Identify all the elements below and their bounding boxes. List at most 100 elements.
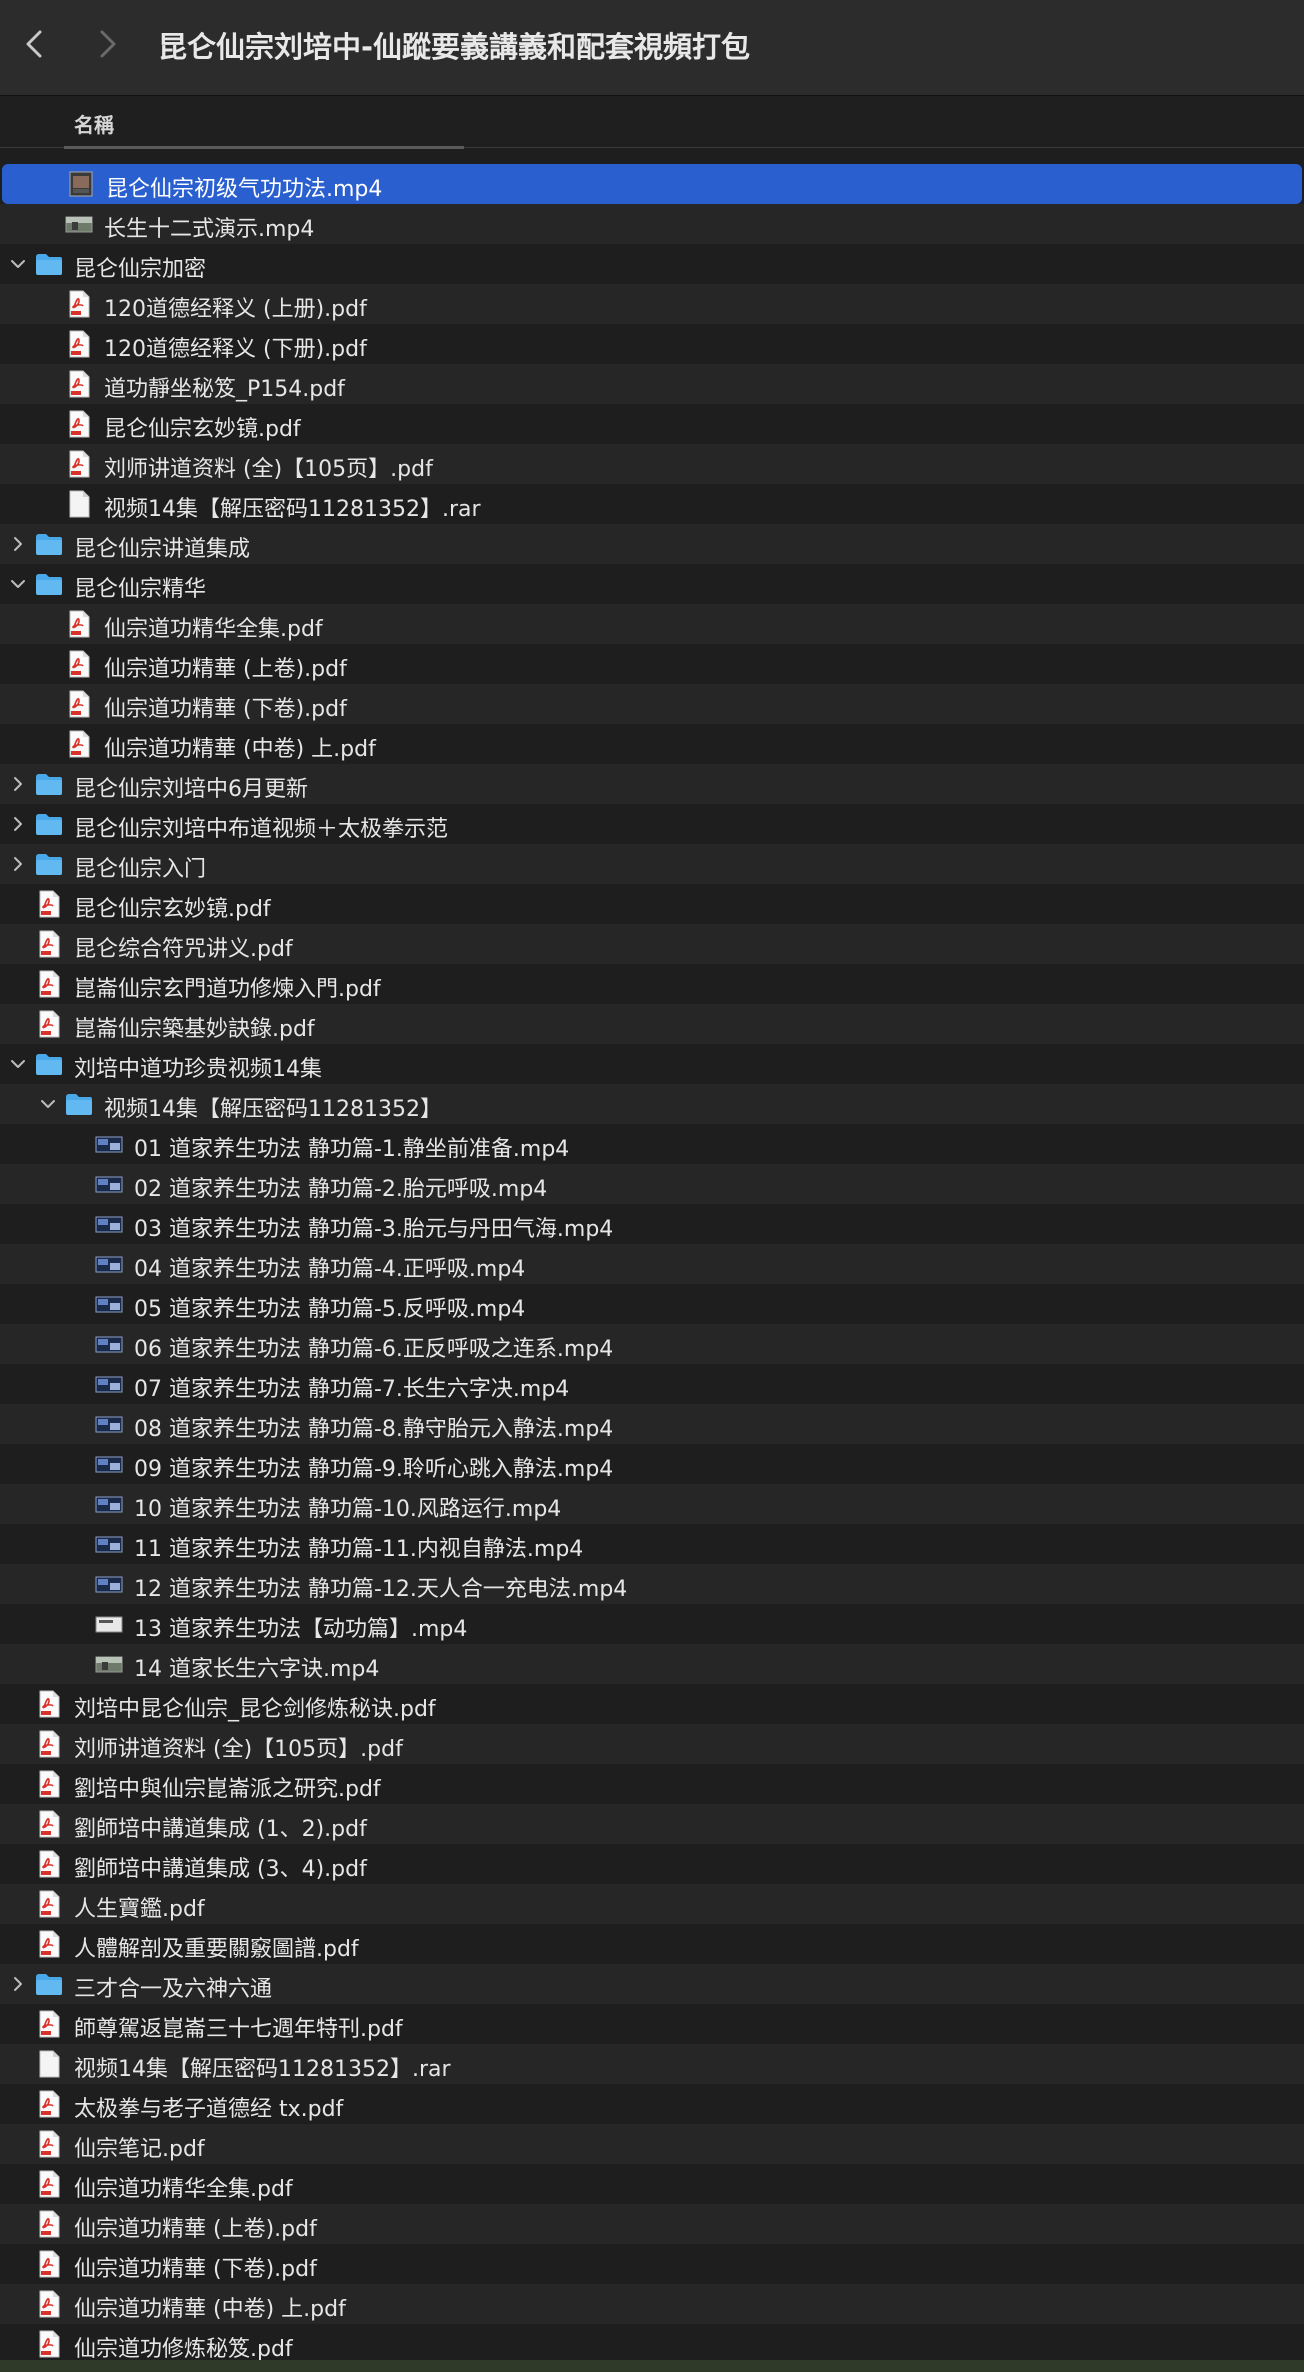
- column-header-name[interactable]: 名稱: [74, 109, 114, 138]
- file-row[interactable]: 昆仑仙宗玄妙镜.pdf: [0, 404, 1304, 444]
- file-name: 道功靜坐秘笈_P154.pdf: [104, 377, 345, 402]
- file-name: 07 道家养生功法 静功篇-7.长生六字决.mp4: [134, 1377, 570, 1402]
- file-row[interactable]: 04 道家养生功法 静功篇-4.正呼吸.mp4: [0, 1244, 1304, 1284]
- file-name: 视频14集【解压密码11281352】: [104, 1097, 442, 1122]
- file-row[interactable]: 仙宗笔记.pdf: [0, 2124, 1304, 2164]
- file-row[interactable]: 人生寶鑑.pdf: [0, 1884, 1304, 1924]
- disclosure-chevron-down-icon[interactable]: [38, 1094, 58, 1114]
- file-row[interactable]: 師尊駕返崑崙三十七週年特刊.pdf: [0, 2004, 1304, 2044]
- video-thumbnail-icon: [94, 1289, 124, 1319]
- file-row[interactable]: 12 道家养生功法 静功篇-12.天人合一充电法.mp4: [0, 1564, 1304, 1604]
- file-name: 昆仑综合符咒讲义.pdf: [74, 937, 293, 962]
- file-row[interactable]: 10 道家养生功法 静功篇-10.风路运行.mp4: [0, 1484, 1304, 1524]
- file-name: 仙宗笔记.pdf: [74, 2137, 205, 2162]
- file-row[interactable]: 仙宗道功精華 (中卷) 上.pdf: [0, 2284, 1304, 2324]
- file-name: 08 道家养生功法 静功篇-8.静守胎元入静法.mp4: [134, 1417, 614, 1442]
- file-row[interactable]: 刘培中昆仑仙宗_昆仑剑修炼秘诀.pdf: [0, 1684, 1304, 1724]
- file-row[interactable]: 昆仑仙宗加密: [0, 244, 1304, 284]
- file-row[interactable]: 仙宗道功精華 (上卷).pdf: [0, 2204, 1304, 2244]
- file-row[interactable]: 08 道家养生功法 静功篇-8.静守胎元入静法.mp4: [0, 1404, 1304, 1444]
- pdf-file-icon: [34, 1889, 64, 1919]
- folder-icon: [34, 569, 64, 599]
- file-row[interactable]: 劉師培中講道集成 (3、4).pdf: [0, 1844, 1304, 1884]
- file-row[interactable]: 刘师讲道资料 (全)【105页】.pdf: [0, 1724, 1304, 1764]
- file-name: 劉培中與仙宗崑崙派之研究.pdf: [74, 1777, 381, 1802]
- file-row[interactable]: 昆仑仙宗初级气功功法.mp4: [2, 164, 1302, 204]
- file-name: 仙宗道功精華 (中卷) 上.pdf: [104, 737, 376, 762]
- video-thumbnail-icon: [94, 1449, 124, 1479]
- file-row[interactable]: 昆仑仙宗刘培中布道视频＋太极拳示范: [0, 804, 1304, 844]
- file-row[interactable]: 11 道家养生功法 静功篇-11.内视自静法.mp4: [0, 1524, 1304, 1564]
- file-row[interactable]: 05 道家养生功法 静功篇-5.反呼吸.mp4: [0, 1284, 1304, 1324]
- file-row[interactable]: 03 道家养生功法 静功篇-3.胎元与丹田气海.mp4: [0, 1204, 1304, 1244]
- disclosure-chevron-right-icon[interactable]: [8, 1974, 28, 1994]
- pdf-file-icon: [64, 369, 94, 399]
- file-row[interactable]: 道功靜坐秘笈_P154.pdf: [0, 364, 1304, 404]
- file-row[interactable]: 120道德经释义 (上册).pdf: [0, 284, 1304, 324]
- disclosure-chevron-right-icon[interactable]: [8, 854, 28, 874]
- file-row[interactable]: 07 道家养生功法 静功篇-7.长生六字决.mp4: [0, 1364, 1304, 1404]
- file-name: 02 道家养生功法 静功篇-2.胎元呼吸.mp4: [134, 1177, 548, 1202]
- disclosure-chevron-down-icon[interactable]: [8, 254, 28, 274]
- video-thumbnail-icon: [66, 169, 96, 199]
- file-row[interactable]: 仙宗道功精華 (下卷).pdf: [0, 684, 1304, 724]
- file-row[interactable]: 02 道家养生功法 静功篇-2.胎元呼吸.mp4: [0, 1164, 1304, 1204]
- file-name: 崑崙仙宗築基妙訣錄.pdf: [74, 1017, 315, 1042]
- pdf-file-icon: [34, 889, 64, 919]
- file-row[interactable]: 人體解剖及重要關竅圖譜.pdf: [0, 1924, 1304, 1964]
- file-row[interactable]: 太极拳与老子道德经 tx.pdf: [0, 2084, 1304, 2124]
- file-name: 昆仑仙宗刘培中6月更新: [74, 777, 308, 802]
- video-thumbnail-icon: [94, 1129, 124, 1159]
- pdf-file-icon: [64, 729, 94, 759]
- file-row[interactable]: 仙宗道功精华全集.pdf: [0, 2164, 1304, 2204]
- file-row[interactable]: 120道德经释义 (下册).pdf: [0, 324, 1304, 364]
- file-name: 10 道家养生功法 静功篇-10.风路运行.mp4: [134, 1497, 562, 1522]
- file-row[interactable]: 视频14集【解压密码11281352】.rar: [0, 484, 1304, 524]
- file-row[interactable]: 仙宗道功修炼秘笈.pdf: [0, 2324, 1304, 2364]
- video-thumbnail-icon: [94, 1569, 124, 1599]
- disclosure-chevron-right-icon[interactable]: [8, 534, 28, 554]
- video-thumbnail-icon: [94, 1369, 124, 1399]
- pdf-file-icon: [34, 2249, 64, 2279]
- file-row[interactable]: 14 道家长生六字诀.mp4: [0, 1644, 1304, 1684]
- file-row[interactable]: 06 道家养生功法 静功篇-6.正反呼吸之连系.mp4: [0, 1324, 1304, 1364]
- folder-icon: [34, 1969, 64, 1999]
- file-row[interactable]: 09 道家养生功法 静功篇-9.聆听心跳入静法.mp4: [0, 1444, 1304, 1484]
- chevron-left-icon[interactable]: [20, 26, 50, 62]
- file-row[interactable]: 仙宗道功精華 (上卷).pdf: [0, 644, 1304, 684]
- file-row[interactable]: 昆仑仙宗入门: [0, 844, 1304, 884]
- disclosure-chevron-down-icon[interactable]: [8, 574, 28, 594]
- file-name: 120道德经释义 (下册).pdf: [104, 337, 367, 362]
- file-row[interactable]: 三才合一及六神六通: [0, 1964, 1304, 2004]
- file-row[interactable]: 昆仑综合符咒讲义.pdf: [0, 924, 1304, 964]
- document-icon: [34, 2049, 64, 2079]
- file-row[interactable]: 长生十二式演示.mp4: [0, 204, 1304, 244]
- chevron-right-icon[interactable]: [92, 26, 122, 62]
- file-row[interactable]: 昆仑仙宗精华: [0, 564, 1304, 604]
- file-row[interactable]: 视频14集【解压密码11281352】: [0, 1084, 1304, 1124]
- disclosure-chevron-down-icon[interactable]: [8, 1054, 28, 1074]
- file-row[interactable]: 昆仑仙宗讲道集成: [0, 524, 1304, 564]
- file-row[interactable]: 劉師培中講道集成 (1、2).pdf: [0, 1804, 1304, 1844]
- disclosure-chevron-right-icon[interactable]: [8, 774, 28, 794]
- file-row[interactable]: 崑崙仙宗玄門道功修煉入門.pdf: [0, 964, 1304, 1004]
- file-row[interactable]: 视频14集【解压密码11281352】.rar: [0, 2044, 1304, 2084]
- file-row[interactable]: 劉培中與仙宗崑崙派之研究.pdf: [0, 1764, 1304, 1804]
- file-row[interactable]: 刘培中道功珍贵视频14集: [0, 1044, 1304, 1084]
- file-row[interactable]: 仙宗道功精華 (下卷).pdf: [0, 2244, 1304, 2284]
- file-name: 刘培中道功珍贵视频14集: [74, 1057, 322, 1082]
- file-row[interactable]: 仙宗道功精华全集.pdf: [0, 604, 1304, 644]
- file-row[interactable]: 13 道家养生功法【动功篇】.mp4: [0, 1604, 1304, 1644]
- folder-icon: [34, 809, 64, 839]
- file-row[interactable]: 崑崙仙宗築基妙訣錄.pdf: [0, 1004, 1304, 1044]
- pdf-file-icon: [34, 1769, 64, 1799]
- file-name: 仙宗道功精華 (上卷).pdf: [74, 2217, 317, 2242]
- disclosure-chevron-right-icon[interactable]: [8, 814, 28, 834]
- file-row[interactable]: 昆仑仙宗刘培中6月更新: [0, 764, 1304, 804]
- file-row[interactable]: 昆仑仙宗玄妙镜.pdf: [0, 884, 1304, 924]
- file-row[interactable]: 刘师讲道资料 (全)【105页】.pdf: [0, 444, 1304, 484]
- video-thumbnail-icon: [94, 1329, 124, 1359]
- file-row[interactable]: 仙宗道功精華 (中卷) 上.pdf: [0, 724, 1304, 764]
- file-row[interactable]: 01 道家养生功法 静功篇-1.静坐前准备.mp4: [0, 1124, 1304, 1164]
- file-name: 昆仑仙宗精华: [74, 577, 207, 602]
